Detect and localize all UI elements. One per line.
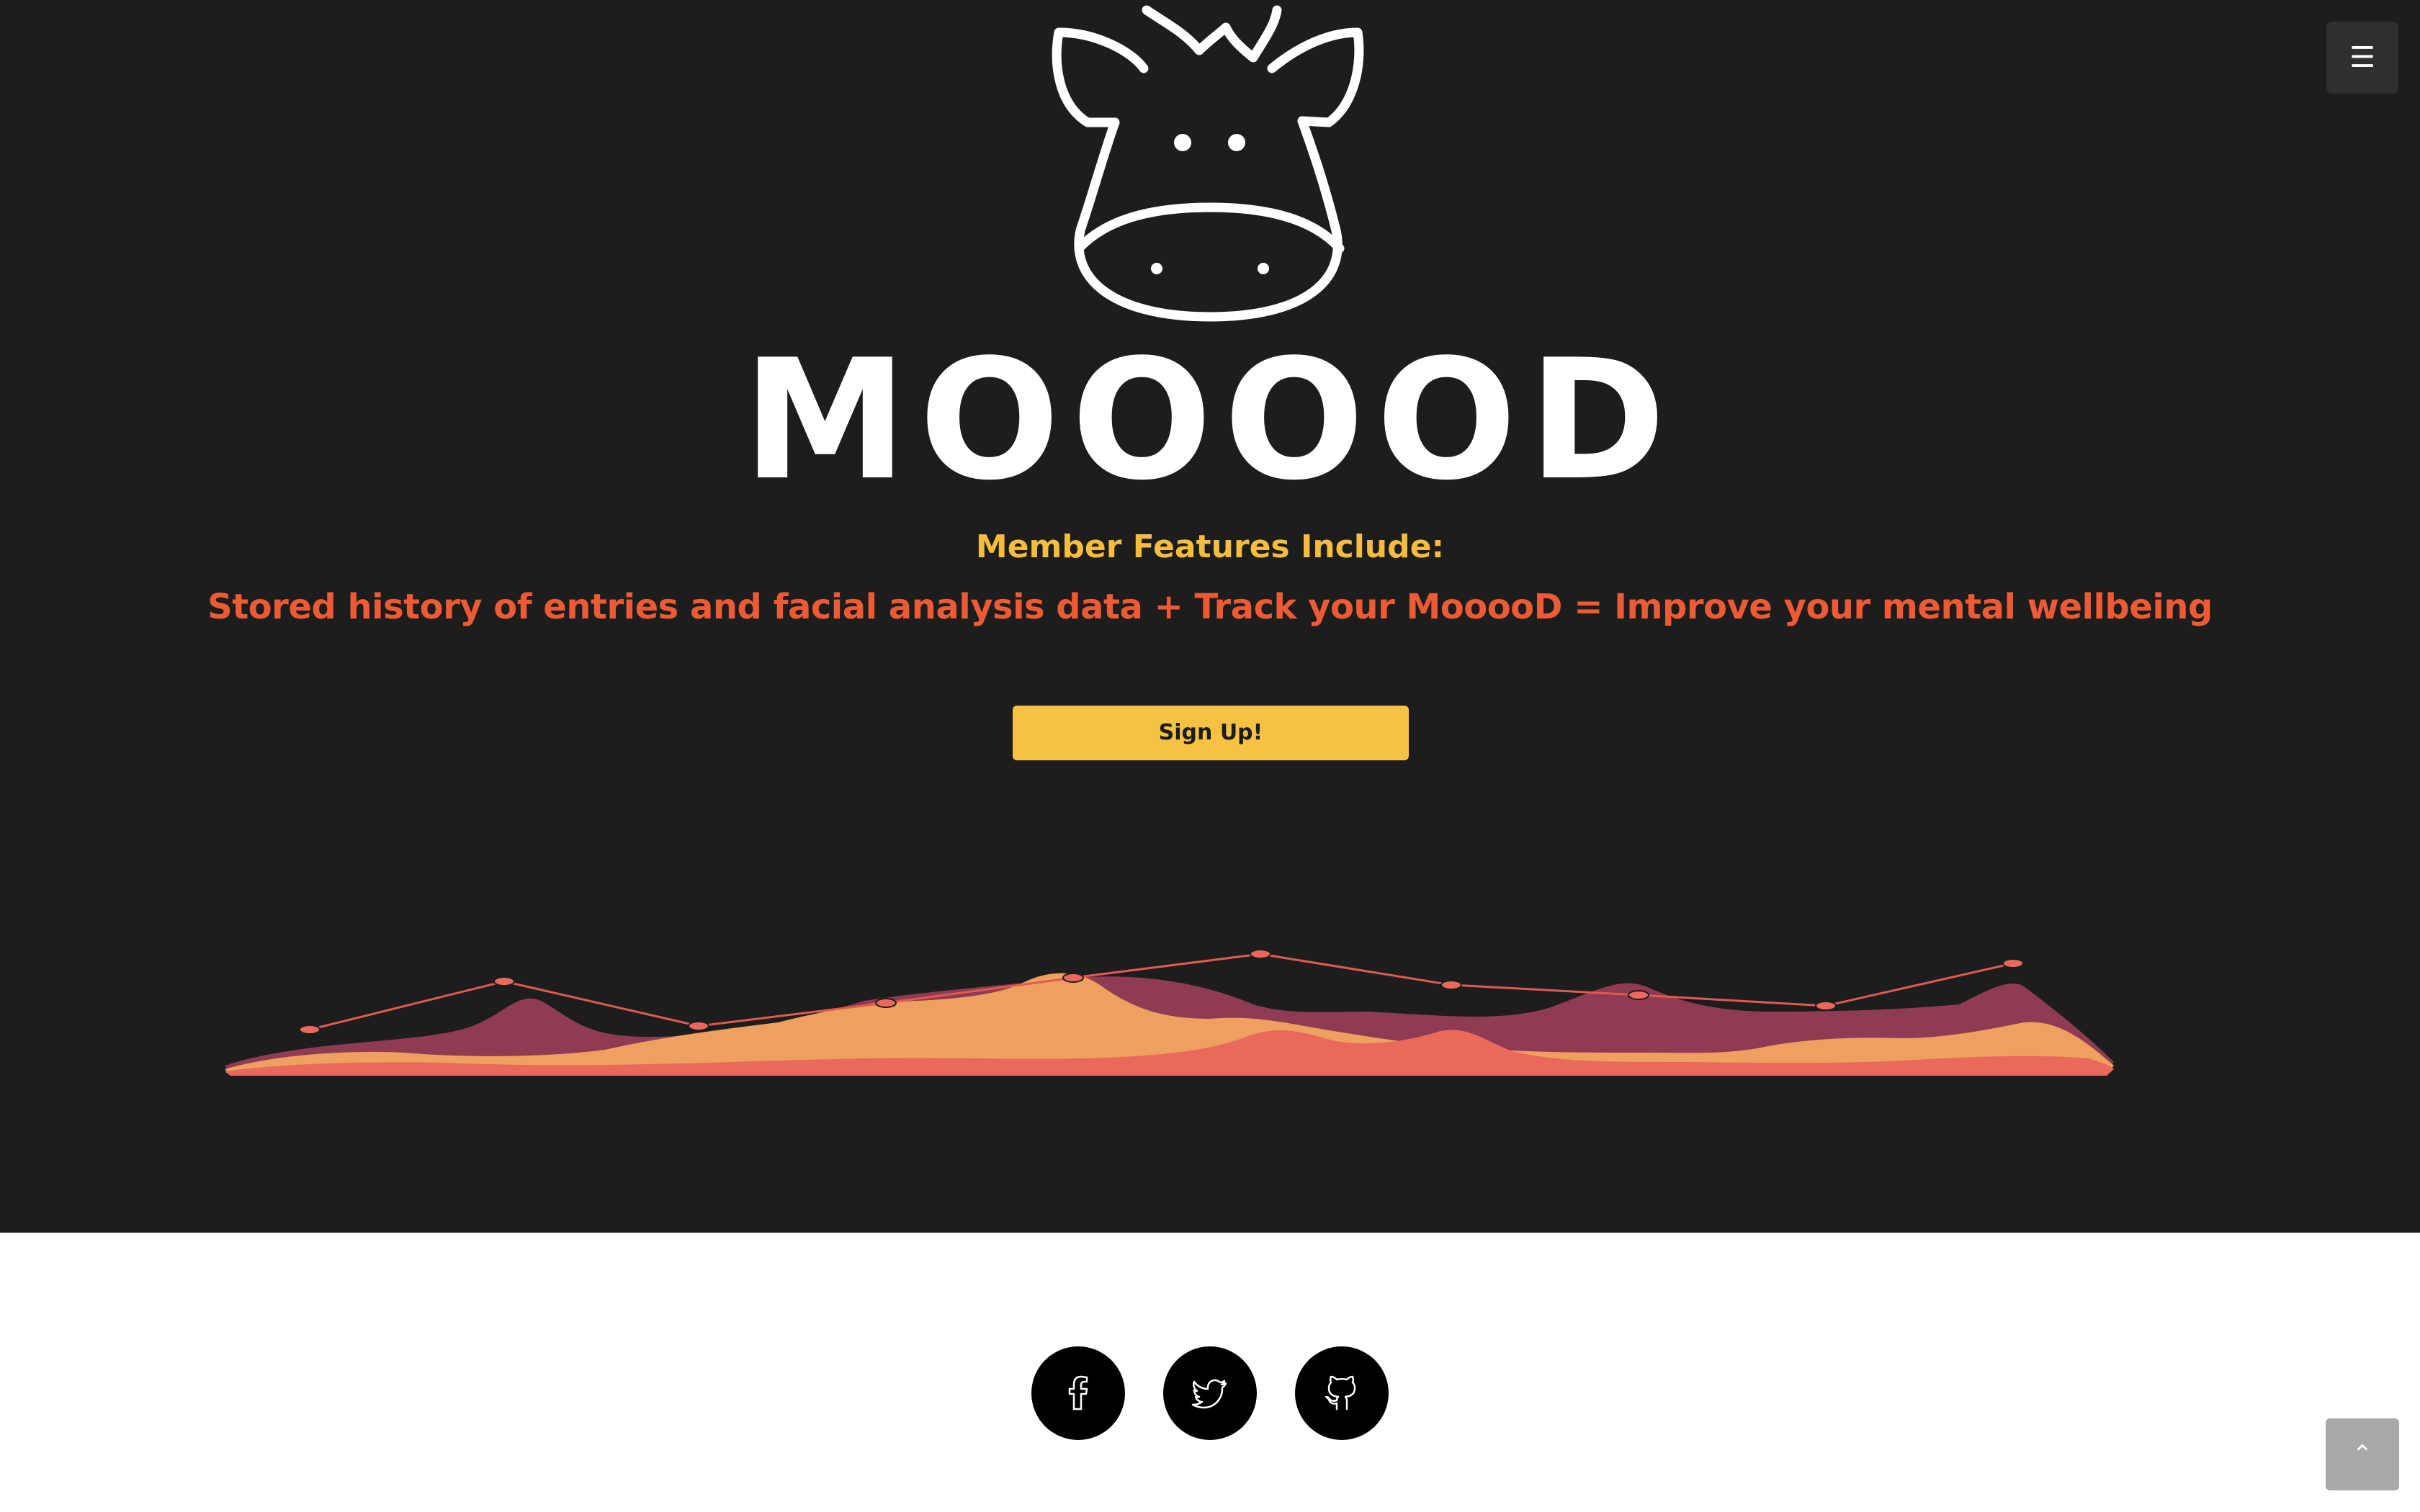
menu-button[interactable]: ☰ bbox=[2326, 22, 2398, 94]
page: MOOOOD Member Features Include: Stored h… bbox=[0, 0, 2420, 1512]
brand-wordmark: MOOOOD bbox=[743, 325, 1677, 517]
facebook-button[interactable] bbox=[1031, 1346, 1125, 1440]
facebook-icon bbox=[1068, 1375, 1088, 1410]
cow-face-icon bbox=[1052, 5, 1364, 322]
mood-wave-graphic bbox=[225, 949, 2114, 1076]
github-icon bbox=[1325, 1375, 1356, 1410]
back-to-top-button[interactable]: ⌃ bbox=[2326, 1418, 2399, 1490]
sign-up-button[interactable]: Sign Up! bbox=[1013, 706, 1409, 760]
hero-section: MOOOOD Member Features Include: Stored h… bbox=[0, 0, 2420, 1233]
chevron-up-icon: ⌃ bbox=[2352, 1440, 2373, 1469]
features-title: Member Features Include: bbox=[975, 528, 1445, 565]
hamburger-menu-icon: ☰ bbox=[2349, 41, 2375, 74]
twitter-button[interactable] bbox=[1163, 1346, 1257, 1440]
features-description: Stored history of entries and facial ana… bbox=[207, 587, 2213, 627]
twitter-icon bbox=[1191, 1379, 1227, 1409]
social-links bbox=[1031, 1346, 1389, 1441]
github-button[interactable] bbox=[1295, 1346, 1389, 1440]
